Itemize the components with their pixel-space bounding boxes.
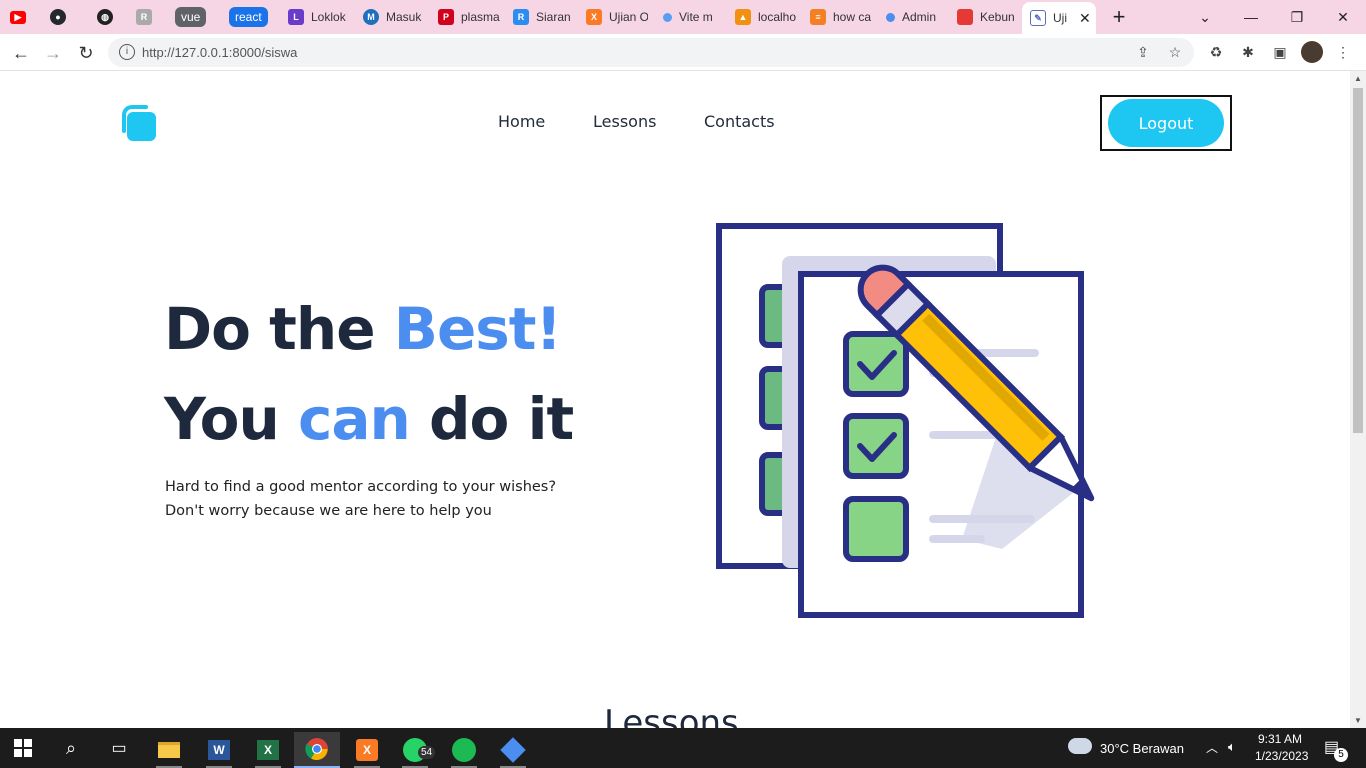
side-panel-icon[interactable]: ▣ [1271,43,1289,61]
windows-start-icon[interactable] [0,728,46,768]
hero-headline-line2: You can do it [164,385,574,453]
notepad-icon: ✎ [1030,10,1046,26]
globe-icon: ◍ [97,9,113,25]
tab-localhost[interactable]: ▲ localho [735,4,797,30]
browser-toolbar: ← → ↻ i http://127.0.0.1:8000/siswa ⇪ ☆ … [0,34,1366,71]
whatsapp-badge: 54 [418,746,436,759]
notification-badge: 5 [1334,748,1348,762]
tab-search-chevron-icon[interactable]: ⌄ [1182,0,1228,34]
chrome-icon[interactable] [294,732,340,768]
stackoverflow-icon: ≡ [810,9,826,25]
logout-button[interactable]: Logout [1108,99,1224,147]
tray-chevron-up-icon[interactable]: ︿ [1206,739,1218,756]
tab-kebun[interactable]: Kebun [957,4,1019,30]
page-scrollbar[interactable]: ▲ ▼ [1350,71,1366,728]
page-viewport: Home Lessons Contacts Logout Do the Best… [0,71,1350,728]
tab-youtube[interactable]: ▶ [10,4,46,30]
reload-icon[interactable]: ↻ [73,40,99,66]
word-icon[interactable]: W [196,732,242,768]
bookmark-star-icon[interactable]: ☆ [1166,43,1184,61]
restore-icon[interactable]: ❐ [1274,0,1320,34]
git-icon[interactable] [490,732,536,768]
plasma-icon: P [438,9,454,25]
close-tab-icon[interactable]: ✕ [1079,10,1091,27]
spotify-icon[interactable] [441,732,487,768]
nav-home[interactable]: Home [498,112,545,131]
tab-group-vue[interactable]: vue [175,4,215,30]
menu-kebab-icon[interactable]: ⋮ [1334,43,1352,61]
nav-lessons[interactable]: Lessons [593,112,656,131]
nav-contacts[interactable]: Contacts [704,112,775,131]
weather-cloud-icon[interactable] [1068,738,1092,754]
hero-headline-line1: Do the Best! [164,295,562,363]
speaker-icon[interactable]: 🔈︎ [1228,739,1236,755]
checklist-illustration [716,223,1095,618]
tab-plasma[interactable]: P plasma [438,4,500,30]
new-tab-button[interactable]: + [1096,0,1142,34]
tab-github[interactable]: ● [50,4,86,30]
tab-retool[interactable]: R [136,4,164,30]
tab-admin[interactable]: Admin [886,4,948,30]
vite-icon [663,12,672,22]
forward-arrow-icon[interactable]: → [40,40,66,66]
github-icon: ● [50,9,66,25]
scrollbar-thumb[interactable] [1353,88,1363,433]
xampp-taskbar-icon[interactable]: X [344,732,390,768]
info-icon[interactable]: i [119,44,135,60]
clock-date[interactable]: 1/23/2023 [1255,749,1308,763]
share-icon[interactable]: ⇪ [1134,43,1152,61]
profile-avatar[interactable] [1301,41,1323,63]
siaran-icon: R [513,9,529,25]
windows-taskbar: ⌕ ▭ W X X 54 30°C Berawan ︿ 🔈︎ 9:31 AM 1… [0,728,1366,768]
site-logo-icon[interactable] [120,105,156,141]
tab-vite[interactable]: Vite m [663,4,725,30]
xampp-icon: X [586,9,602,25]
loklok-icon: L [288,9,304,25]
address-bar[interactable]: i http://127.0.0.1:8000/siswa ⇪ ☆ [108,38,1194,67]
minimize-icon[interactable]: — [1228,0,1274,34]
hero-subtitle-line1: Hard to find a good mentor according to … [165,479,557,495]
file-explorer-icon[interactable] [146,732,192,768]
kebun-icon [957,9,973,25]
tab-stackoverflow[interactable]: ≡ how ca [810,4,872,30]
recycle-extension-icon[interactable]: ♻ [1207,43,1225,61]
logout-focus-ring: Logout [1100,95,1232,151]
excel-icon[interactable]: X [245,732,291,768]
task-view-icon[interactable]: ▭ [96,728,142,768]
admin-icon [886,12,895,22]
lessons-section-title: Lessons [604,703,739,728]
retool-icon: R [136,9,152,25]
masuk-icon: M [363,9,379,25]
hero-subtitle-line2: Don't worry because we are here to help … [165,503,492,519]
tab-group-react[interactable]: react [229,4,273,30]
url-text[interactable]: http://127.0.0.1:8000/siswa [142,45,297,60]
tab-siaran[interactable]: R Siaran [513,4,575,30]
whatsapp-icon[interactable]: 54 [392,732,438,768]
youtube-icon: ▶ [10,10,26,24]
close-window-icon[interactable]: ✕ [1320,0,1366,34]
phpmyadmin-icon: ▲ [735,9,751,25]
tab-ujian[interactable]: X Ujian O [586,4,648,30]
tab-globe[interactable]: ◍ [97,4,127,30]
extensions-puzzle-icon[interactable]: ✱ [1239,43,1257,61]
search-icon[interactable]: ⌕ [48,728,94,768]
tab-loklok[interactable]: L Loklok [288,4,350,30]
weather-text[interactable]: 30°C Berawan [1100,741,1184,756]
tab-active-uji[interactable]: ✎ Uji ✕ [1022,2,1096,34]
back-arrow-icon[interactable]: ← [8,40,34,66]
clock-time[interactable]: 9:31 AM [1258,732,1302,746]
browser-tab-strip: ▶ ● ◍ R vue react L Loklok M Masuk P pla… [0,0,1366,34]
tab-masuk[interactable]: M Masuk [363,4,425,30]
